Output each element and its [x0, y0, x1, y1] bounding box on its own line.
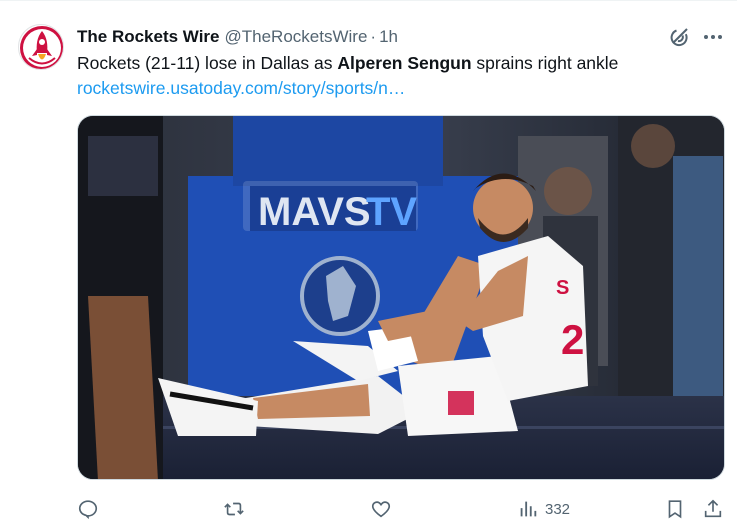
views-bar-chart-icon	[520, 501, 537, 517]
bookmark-button[interactable]	[664, 494, 686, 524]
grok-icon[interactable]	[667, 25, 691, 49]
mavs-sign-left: MAVS	[258, 190, 371, 234]
jersey-number: 2	[561, 316, 584, 363]
share-icon	[704, 499, 722, 518]
views-button[interactable]: 332	[517, 494, 570, 524]
bookmark-icon	[668, 500, 682, 519]
mavs-sign-right: TV	[366, 190, 417, 234]
rocket-logo-icon	[20, 26, 63, 69]
tweet-text-start: Rockets (21-11) lose in Dallas as	[77, 53, 338, 73]
more-dots-icon[interactable]	[700, 25, 726, 49]
tweet-header: The Rockets Wire @TheRocketsWire · 1h	[77, 26, 398, 48]
user-handle[interactable]: @TheRocketsWire	[225, 27, 368, 47]
basketball-photo: MAVS TV S 2	[78, 116, 724, 479]
separator-dot: ·	[370, 27, 377, 46]
like-button[interactable]	[370, 494, 392, 524]
heart-icon	[371, 501, 391, 518]
share-button[interactable]	[702, 494, 724, 524]
timestamp[interactable]: 1h	[379, 27, 398, 47]
tweet-photo[interactable]: MAVS TV S 2	[77, 115, 725, 480]
views-count: 332	[545, 500, 571, 518]
tweet-card[interactable]: The Rockets Wire @TheRocketsWire · 1h Ro…	[0, 0, 737, 529]
retweet-icon	[224, 502, 244, 516]
retweet-button[interactable]	[223, 494, 245, 524]
reply-button[interactable]	[77, 494, 99, 524]
article-link[interactable]: rocketswire.usatoday.com/story/sports/n…	[77, 77, 405, 99]
tweet-text-end: sprains right ankle	[471, 53, 619, 73]
tweet-text: Rockets (21-11) lose in Dallas as Alpere…	[77, 52, 618, 74]
jersey-letter: S	[556, 277, 569, 299]
avatar[interactable]	[18, 24, 64, 70]
action-bar: 332	[77, 494, 729, 524]
player-name: Alperen Sengun	[337, 53, 472, 73]
display-name[interactable]: The Rockets Wire	[77, 27, 220, 47]
reply-icon	[78, 500, 98, 520]
